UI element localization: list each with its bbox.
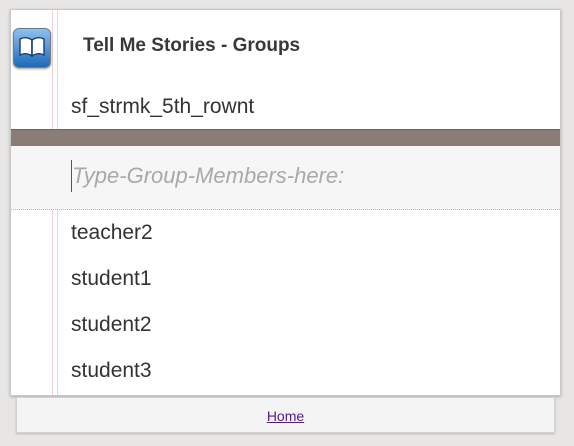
groups-panel: Tell Me Stories - Groups sf_strmk_5th_ro… (10, 9, 561, 396)
group-members-input[interactable] (71, 160, 542, 192)
members-input-row (11, 146, 560, 210)
section-divider (11, 129, 560, 146)
page-title: Tell Me Stories - Groups (83, 35, 301, 56)
member-item[interactable]: student3 (11, 348, 560, 394)
footer-bar: Home (16, 397, 555, 433)
home-link[interactable]: Home (267, 408, 304, 424)
open-book-icon (13, 28, 51, 68)
members-list: teacher2 student1 student2 student3 (11, 210, 560, 394)
member-item[interactable]: student1 (11, 256, 560, 302)
member-item[interactable]: student2 (11, 302, 560, 348)
member-item[interactable]: teacher2 (11, 210, 560, 256)
group-name: sf_strmk_5th_rownt (71, 95, 255, 118)
